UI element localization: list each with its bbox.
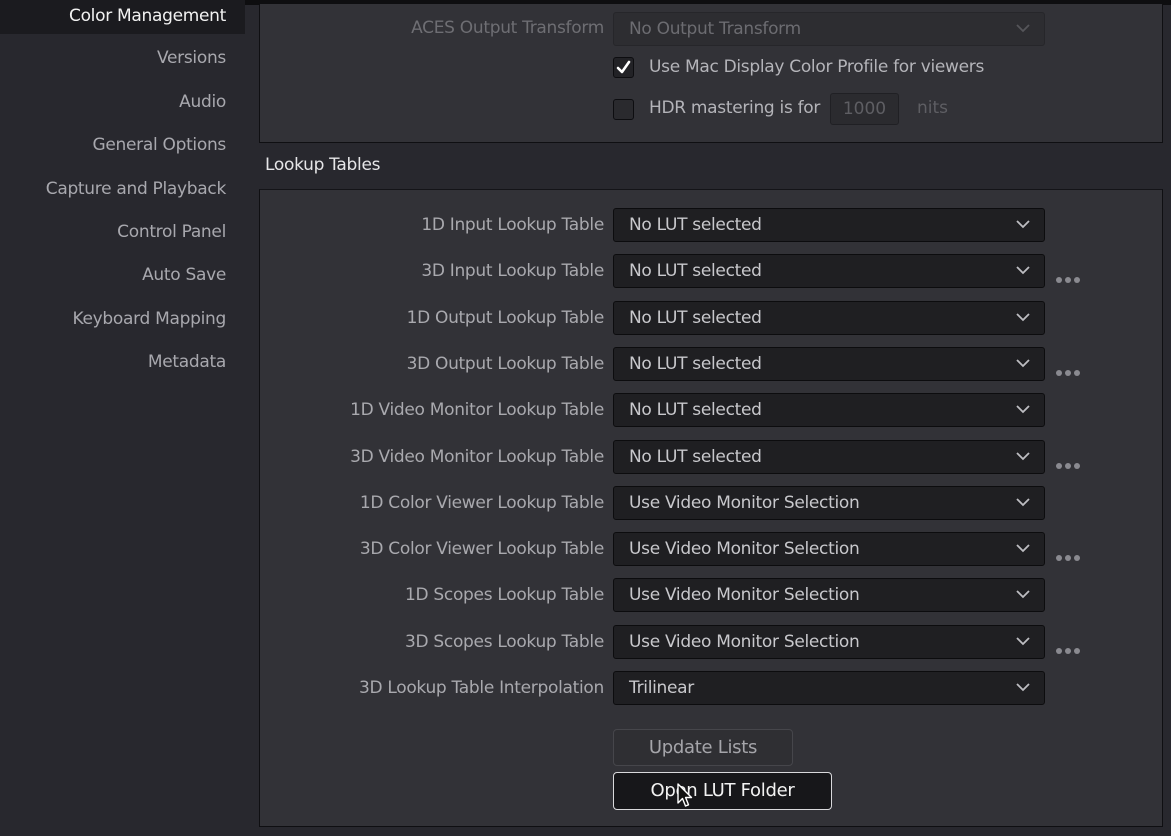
lut-select-value: No LUT selected xyxy=(629,447,762,467)
lut-select-value: No LUT selected xyxy=(629,354,762,374)
chevron-down-icon xyxy=(1016,13,1030,45)
chevron-down-icon xyxy=(1016,533,1030,565)
sidebar-item-metadata[interactable]: Metadata xyxy=(0,345,245,379)
more-options-icon[interactable] xyxy=(1056,546,1084,561)
sidebar-item-color-management[interactable]: Color Management xyxy=(0,0,245,34)
lut-select-value: No LUT selected xyxy=(629,261,762,281)
lut-row-label: 3D Video Monitor Lookup Table xyxy=(350,447,604,467)
lut-select-value: Use Video Monitor Selection xyxy=(629,632,860,652)
hdr-nits-input[interactable]: 1000 xyxy=(830,93,899,125)
lut-select-value: Trilinear xyxy=(629,678,694,698)
hdr-nits-unit: nits xyxy=(917,98,949,118)
lut-row-label: 1D Input Lookup Table xyxy=(421,215,604,235)
chevron-down-icon xyxy=(1016,441,1030,473)
lut-select[interactable]: No LUT selected xyxy=(613,440,1045,474)
lut-select[interactable]: Use Video Monitor Selection xyxy=(613,486,1045,520)
chevron-down-icon xyxy=(1016,626,1030,658)
lut-select[interactable]: No LUT selected xyxy=(613,254,1045,288)
lut-select[interactable]: Use Video Monitor Selection xyxy=(613,532,1045,566)
chevron-down-icon xyxy=(1016,579,1030,611)
update-lists-button[interactable]: Update Lists xyxy=(613,729,793,766)
lut-select-value: Use Video Monitor Selection xyxy=(629,585,860,605)
sidebar-item-keyboard-mapping[interactable]: Keyboard Mapping xyxy=(0,302,245,336)
sidebar-item-versions[interactable]: Versions xyxy=(0,41,245,75)
hdr-mastering-checkbox[interactable] xyxy=(613,99,634,120)
more-options-icon[interactable] xyxy=(1056,268,1084,283)
lookup-tables-title: Lookup Tables xyxy=(265,155,381,175)
lut-select-value: Use Video Monitor Selection xyxy=(629,493,860,513)
aces-output-transform-label: ACES Output Transform xyxy=(411,18,604,38)
hdr-mastering-label: HDR mastering is for xyxy=(649,98,821,118)
lut-row-label: 3D Output Lookup Table xyxy=(406,354,605,374)
use-mac-display-profile-label: Use Mac Display Color Profile for viewer… xyxy=(649,57,985,77)
chevron-down-icon xyxy=(1016,672,1030,704)
lut-select[interactable]: No LUT selected xyxy=(613,347,1045,381)
lut-select[interactable]: Trilinear xyxy=(613,671,1045,705)
lut-select-value: Use Video Monitor Selection xyxy=(629,539,860,559)
lut-select-value: No LUT selected xyxy=(629,400,762,420)
more-options-icon[interactable] xyxy=(1056,639,1084,654)
lut-select[interactable]: No LUT selected xyxy=(613,393,1045,427)
chevron-down-icon xyxy=(1016,348,1030,380)
preferences-sidebar: Color Management Versions Audio General … xyxy=(0,0,245,836)
lut-select-value: No LUT selected xyxy=(629,215,762,235)
lut-row-label: 1D Output Lookup Table xyxy=(406,308,605,328)
lut-select[interactable]: Use Video Monitor Selection xyxy=(613,578,1045,612)
lut-row-label: 1D Scopes Lookup Table xyxy=(405,585,604,605)
chevron-down-icon xyxy=(1016,209,1030,241)
chevron-down-icon xyxy=(1016,394,1030,426)
lut-select[interactable]: No LUT selected xyxy=(613,301,1045,335)
lut-select[interactable]: No LUT selected xyxy=(613,208,1045,242)
aces-output-transform-value: No Output Transform xyxy=(629,19,801,39)
lut-select[interactable]: Use Video Monitor Selection xyxy=(613,625,1045,659)
sidebar-item-auto-save[interactable]: Auto Save xyxy=(0,258,245,292)
lut-row-label: 1D Color Viewer Lookup Table xyxy=(359,493,604,513)
sidebar-item-control-panel[interactable]: Control Panel xyxy=(0,215,245,249)
lut-row-label: 1D Video Monitor Lookup Table xyxy=(350,400,604,420)
lut-row-label: 3D Lookup Table Interpolation xyxy=(358,678,604,698)
lut-row-label: 3D Input Lookup Table xyxy=(421,261,604,281)
aces-output-transform-select[interactable]: No Output Transform xyxy=(613,12,1045,46)
open-lut-folder-button[interactable]: Open LUT Folder xyxy=(613,772,832,810)
sidebar-item-audio[interactable]: Audio xyxy=(0,85,245,119)
chevron-down-icon xyxy=(1016,255,1030,287)
lut-select-value: No LUT selected xyxy=(629,308,762,328)
use-mac-display-profile-checkbox[interactable] xyxy=(613,57,634,78)
lut-row-label: 3D Color Viewer Lookup Table xyxy=(359,539,604,559)
sidebar-item-general-options[interactable]: General Options xyxy=(0,128,245,162)
sidebar-item-capture-and-playback[interactable]: Capture and Playback xyxy=(0,172,245,206)
more-options-icon[interactable] xyxy=(1056,361,1084,376)
chevron-down-icon xyxy=(1016,487,1030,519)
lut-row-label: 3D Scopes Lookup Table xyxy=(405,632,604,652)
chevron-down-icon xyxy=(1016,302,1030,334)
checkmark-icon xyxy=(616,60,631,74)
more-options-icon[interactable] xyxy=(1056,454,1084,469)
